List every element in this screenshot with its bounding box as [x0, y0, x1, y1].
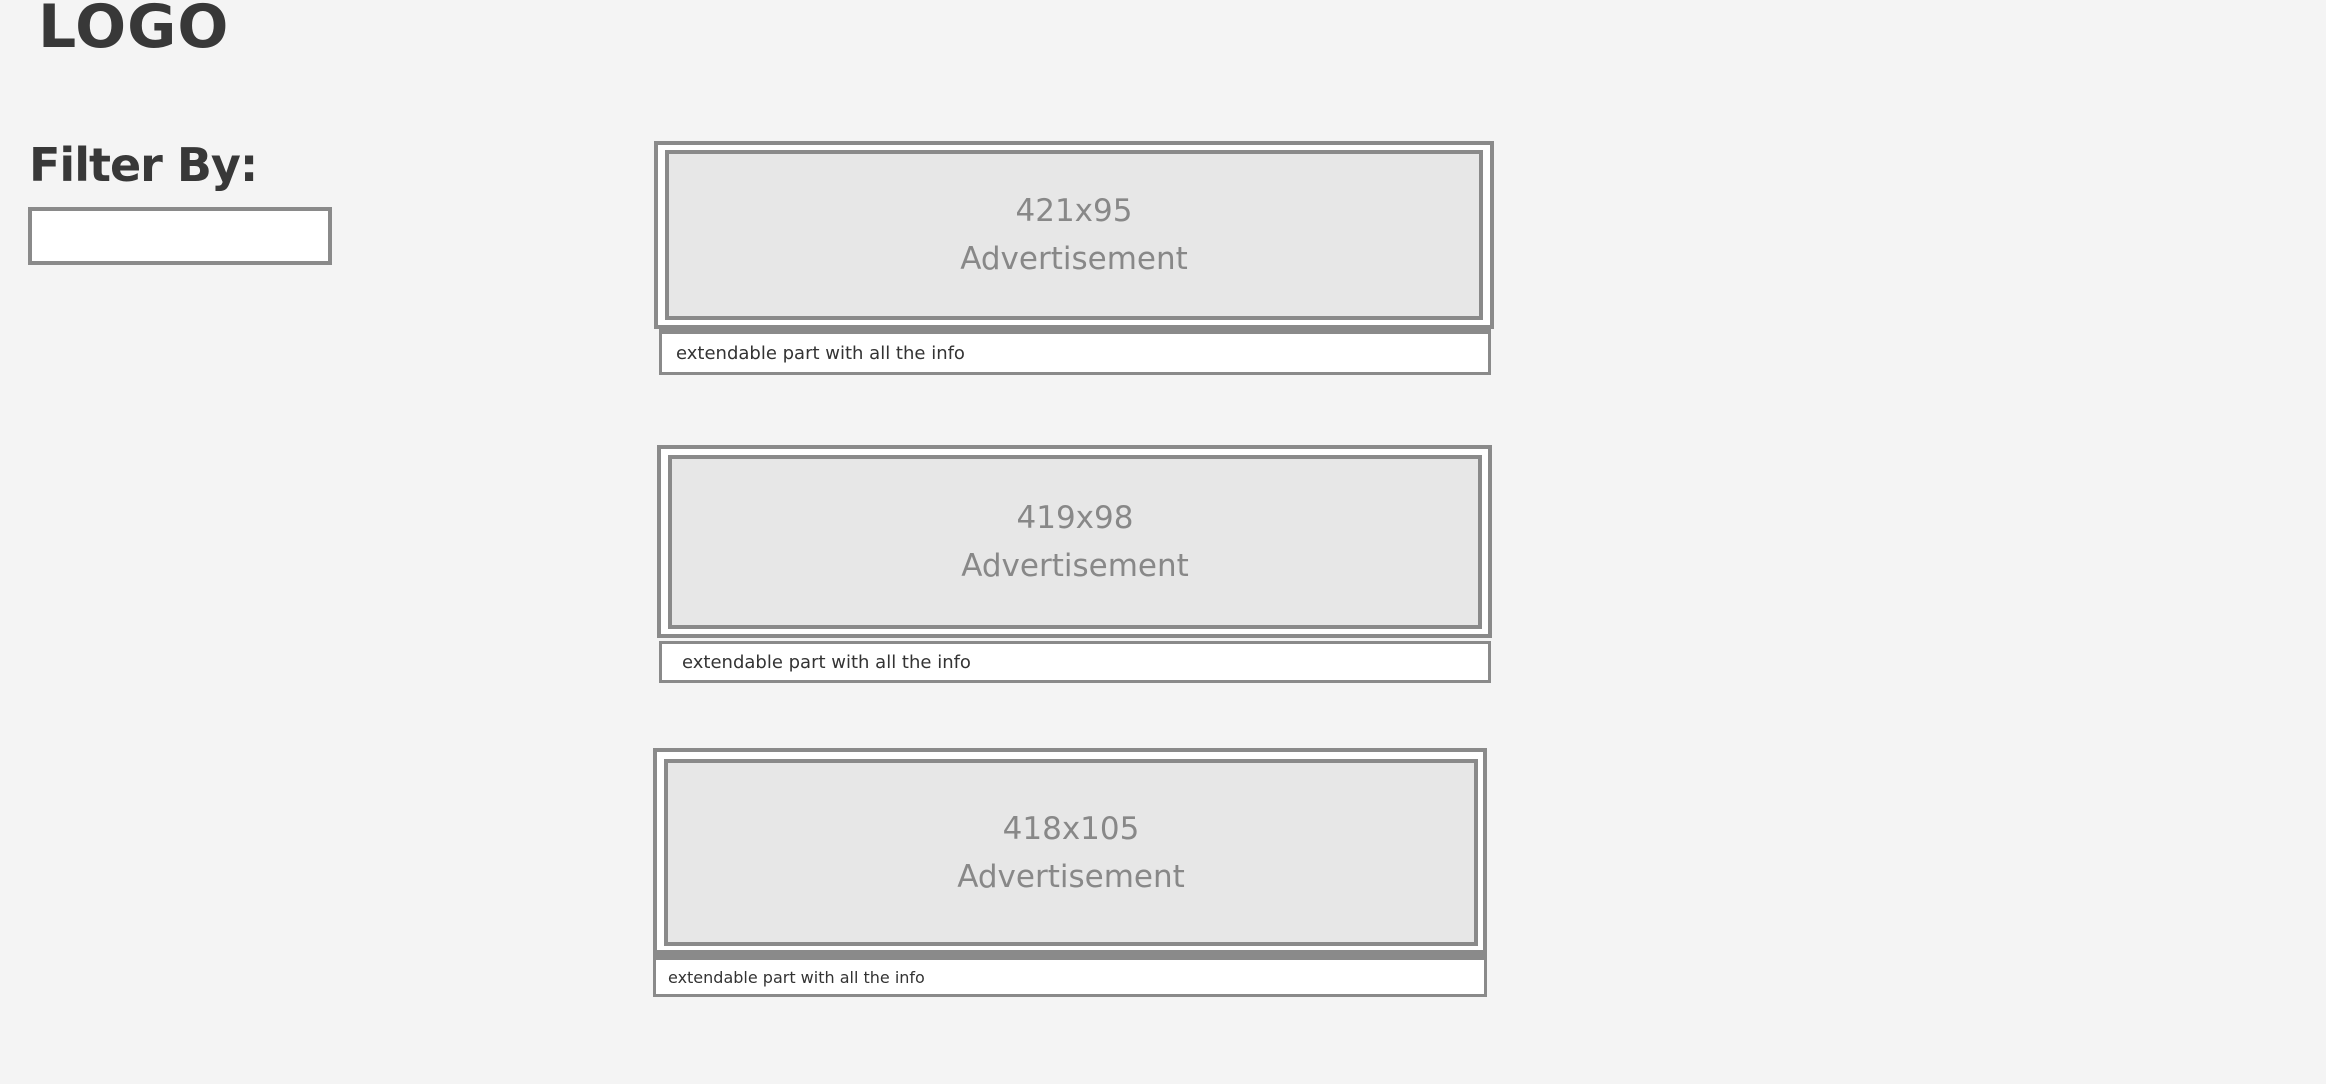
logo: LOGO	[38, 0, 230, 62]
ad-info-1[interactable]: extendable part with all the info	[659, 331, 1491, 375]
ad-card-3[interactable]: 418x105 Advertisement	[653, 748, 1487, 954]
ad-label: Advertisement	[957, 858, 1185, 895]
ad-placeholder[interactable]: 418x105 Advertisement	[664, 759, 1478, 946]
ad-info-text: extendable part with all the info	[682, 651, 971, 673]
ad-info-text: extendable part with all the info	[668, 967, 925, 987]
ad-placeholder[interactable]: 419x98 Advertisement	[668, 455, 1482, 629]
ad-size: 418x105	[1002, 810, 1140, 847]
ad-label: Advertisement	[961, 548, 1189, 584]
ad-info-2[interactable]: extendable part with all the info	[659, 641, 1491, 683]
ad-label: Advertisement	[960, 241, 1188, 277]
ad-placeholder[interactable]: 421x95 Advertisement	[665, 150, 1483, 320]
ad-info-text: extendable part with all the info	[676, 342, 965, 364]
ad-info-3[interactable]: extendable part with all the info	[653, 957, 1487, 997]
ad-card-1[interactable]: 421x95 Advertisement	[654, 141, 1494, 329]
filter-input[interactable]	[28, 207, 332, 265]
ad-size: 421x95	[1015, 193, 1133, 229]
ad-size: 419x98	[1016, 500, 1134, 536]
ad-card-2[interactable]: 419x98 Advertisement	[657, 445, 1492, 638]
filter-label: Filter By:	[29, 138, 258, 192]
